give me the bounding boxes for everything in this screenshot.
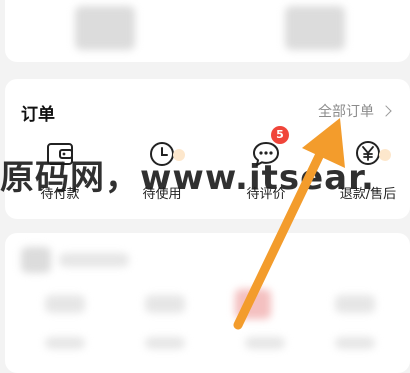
chevron-right-icon (380, 105, 392, 117)
blurred-content (21, 247, 51, 273)
yen-refund-icon (353, 139, 391, 169)
order-status-to-review[interactable]: 5 待评价 (221, 126, 311, 202)
accent-dot (173, 149, 185, 161)
orders-title: 订单 (21, 105, 55, 125)
order-status-label: 待评价 (246, 187, 286, 202)
chat-bubble-icon: 5 (251, 126, 289, 169)
blurred-content (335, 295, 375, 313)
order-status-pending-payment[interactable]: 待付款 (15, 139, 105, 202)
order-status-to-use[interactable]: 待使用 (117, 139, 207, 202)
bottom-card (5, 233, 410, 373)
blurred-content (59, 253, 129, 267)
all-orders-link[interactable]: 全部订单 (318, 101, 392, 121)
blurred-content (285, 6, 345, 50)
wallet-icon (45, 139, 75, 169)
order-status-refund[interactable]: 退款/售后 (323, 139, 410, 202)
top-card (5, 0, 410, 62)
all-orders-label: 全部订单 (318, 104, 374, 120)
blurred-content (235, 289, 271, 319)
blurred-content (45, 337, 85, 349)
orders-card: 订单 全部订单 待付款 待使用 5 待评价 退款/售后 (5, 79, 410, 219)
notification-badge: 5 (271, 126, 289, 144)
order-status-label: 待使用 (142, 187, 182, 202)
accent-dot (379, 149, 391, 161)
blurred-content (75, 6, 135, 50)
blurred-content (145, 295, 185, 313)
order-status-label: 待付款 (40, 187, 80, 202)
blurred-content (45, 295, 85, 313)
blurred-content (245, 337, 285, 349)
blurred-content (145, 337, 185, 349)
clock-icon (147, 139, 185, 169)
blurred-content (335, 337, 375, 349)
order-status-label: 退款/售后 (339, 187, 397, 202)
